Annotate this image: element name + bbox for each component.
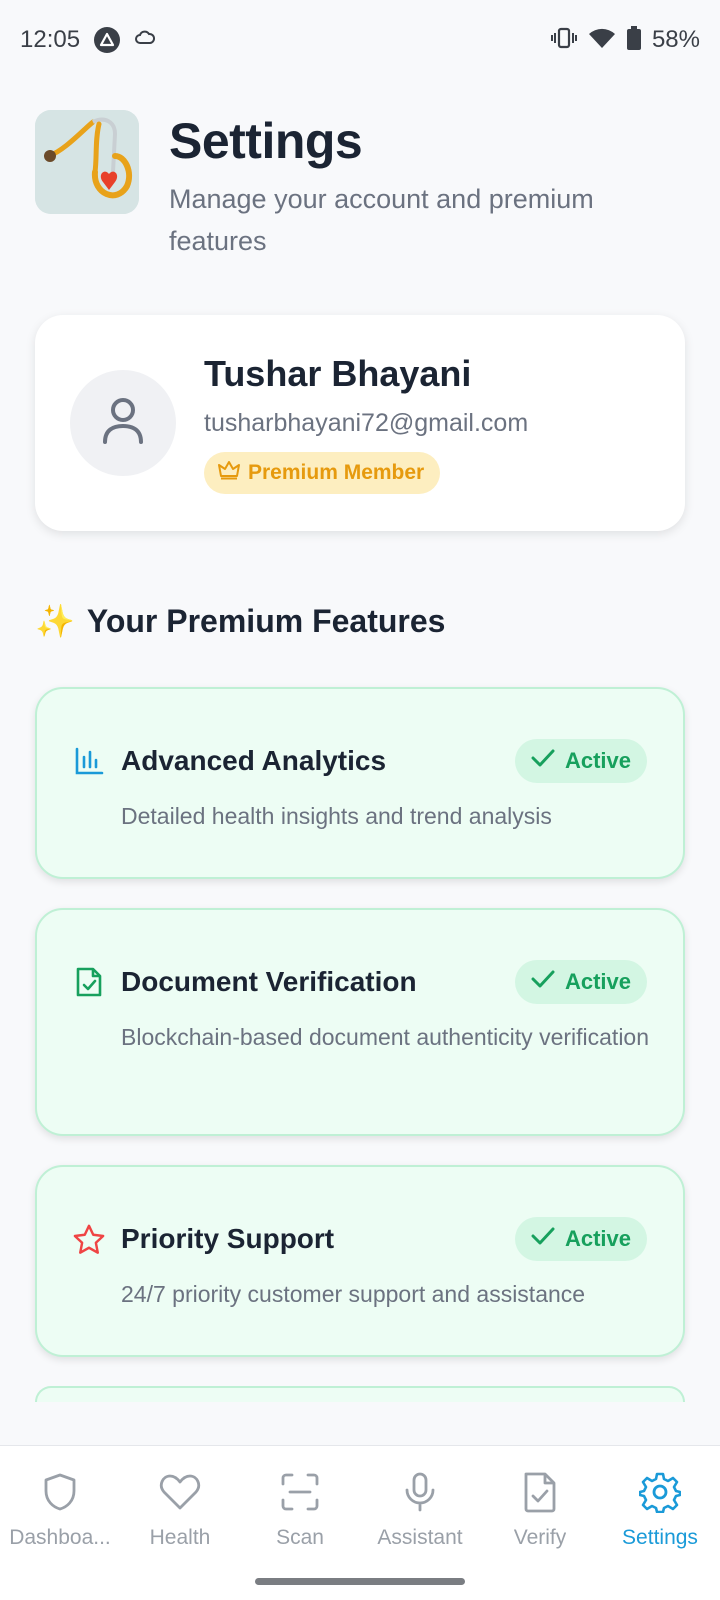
- heart-icon: [158, 1470, 202, 1514]
- page-header: Settings Manage your account and premium…: [35, 110, 685, 262]
- feature-description: 24/7 priority customer support and assis…: [121, 1281, 586, 1307]
- feature-title: Advanced Analytics: [121, 745, 387, 776]
- active-badge: Active: [514, 739, 647, 783]
- profile-name: Tushar Bhayani: [204, 352, 472, 394]
- feature-card-advanced-analytics[interactable]: Advanced Analytics Active Detailed healt…: [35, 687, 685, 879]
- premium-badge-label: Premium Member: [248, 460, 425, 484]
- battery-icon: [626, 25, 642, 56]
- page-title: Settings: [169, 113, 363, 169]
- feature-card-priority-support[interactable]: Priority Support Active 24/7 priority cu…: [35, 1165, 685, 1357]
- check-icon: [531, 748, 555, 774]
- check-icon: [531, 1226, 555, 1252]
- nav-label: Assistant: [377, 1526, 463, 1549]
- nav-label: Scan: [276, 1526, 324, 1549]
- avatar: [70, 370, 176, 476]
- active-badge-label: Active: [564, 748, 631, 773]
- feature-card-document-verification[interactable]: Document Verification Active Blockchain-…: [35, 908, 685, 1136]
- active-badge: Active: [514, 960, 647, 1004]
- profile-email: tusharbhayani72@gmail.com: [204, 408, 529, 437]
- vibrate-icon: [550, 26, 578, 55]
- nav-label: Health: [149, 1526, 211, 1549]
- nav-item-assistant[interactable]: Assistant: [360, 1446, 480, 1600]
- mic-icon: [398, 1470, 442, 1514]
- scan-icon: [278, 1470, 322, 1514]
- premium-member-badge: Premium Member: [204, 451, 441, 494]
- feature-title: Document Verification: [121, 966, 417, 997]
- stethoscope-image: [35, 110, 139, 214]
- profile-card[interactable]: Tushar Bhayani tusharbhayani72@gmail.com…: [35, 315, 685, 531]
- bottom-navigation: Dashboa... Health Scan Assistant Verify: [0, 1445, 720, 1600]
- active-badge: Active: [514, 1217, 647, 1261]
- nav-item-scan[interactable]: Scan: [240, 1446, 360, 1600]
- feature-title: Priority Support: [121, 1223, 335, 1254]
- cloud-icon: [134, 29, 156, 52]
- status-bar: 12:05 58%: [0, 0, 720, 80]
- feature-description: Detailed health insights and trend analy…: [121, 803, 552, 829]
- battery-percentage: 58%: [651, 26, 700, 53]
- status-time: 12:05: [20, 26, 81, 53]
- bar-chart-icon: [73, 745, 105, 777]
- active-badge-label: Active: [564, 969, 631, 994]
- sparkles-icon: ✨: [35, 603, 75, 639]
- crown-icon: [218, 460, 240, 486]
- nav-label: Verify: [513, 1526, 567, 1549]
- nav-item-dashboard[interactable]: Dashboa...: [0, 1446, 120, 1600]
- nav-label: Dashboa...: [9, 1526, 111, 1549]
- app-notification-icon: [94, 27, 121, 53]
- feature-card-partial[interactable]: [35, 1386, 685, 1402]
- feature-description: Blockchain-based document authenticity v…: [121, 1024, 650, 1050]
- home-indicator[interactable]: [255, 1578, 465, 1585]
- nav-item-health[interactable]: Health: [120, 1446, 240, 1600]
- section-title-text: Your Premium Features: [86, 602, 446, 639]
- settings-screen: 12:05 58% Settings Manage your account a…: [0, 0, 720, 1600]
- nav-item-verify[interactable]: Verify: [480, 1446, 600, 1600]
- user-icon: [101, 396, 145, 451]
- check-icon: [531, 969, 555, 995]
- star-icon: [73, 1223, 105, 1255]
- section-title: ✨ Your Premium Features: [35, 602, 445, 640]
- shield-icon: [38, 1470, 82, 1514]
- file-check-icon: [73, 966, 105, 998]
- wifi-icon: [588, 26, 616, 55]
- gear-icon: [638, 1470, 682, 1514]
- file-check-icon: [518, 1470, 562, 1514]
- active-badge-label: Active: [564, 1226, 631, 1251]
- nav-item-settings[interactable]: Settings: [600, 1446, 720, 1600]
- nav-label: Settings: [622, 1526, 698, 1549]
- page-subtitle: Manage your account and premium features: [169, 184, 594, 256]
